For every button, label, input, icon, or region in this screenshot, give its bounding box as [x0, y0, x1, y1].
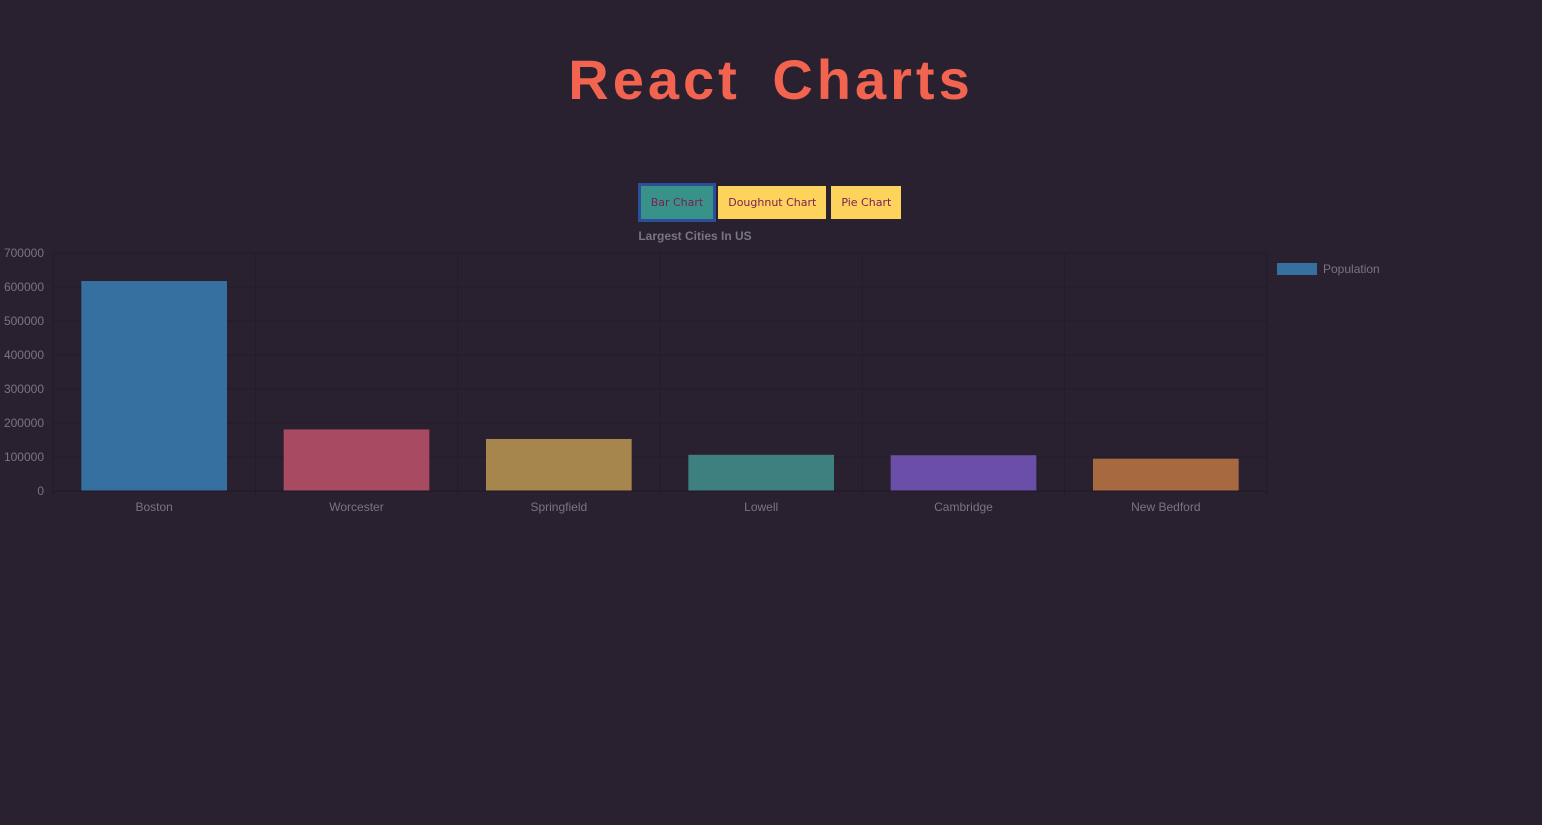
x-tick-label: Lowell — [744, 500, 778, 514]
bar-new-bedford — [1092, 458, 1239, 491]
chart-container: Largest Cities In US 0 100000 200000 300000 4… — [0, 222, 1542, 522]
bar-chart: Largest Cities In US 0 100000 200000 300000 4… — [4, 229, 1380, 514]
bar-lowell — [688, 454, 835, 491]
y-tick-label: 0 — [37, 484, 44, 498]
bar-worcester — [283, 429, 430, 491]
pie-chart-button[interactable]: Pie Chart — [831, 186, 902, 219]
x-tick-label: New Bedford — [1131, 500, 1200, 514]
legend-swatch — [1277, 263, 1317, 275]
page: React Charts Bar Chart Doughnut Chart Pi… — [0, 0, 1542, 825]
bar-boston — [81, 281, 228, 491]
y-tick-label: 600000 — [4, 280, 44, 294]
y-tick-label: 500000 — [4, 314, 44, 328]
bar-chart-button[interactable]: Bar Chart — [640, 186, 714, 219]
legend-label: Population — [1323, 262, 1380, 276]
x-tick-label: Springfield — [530, 500, 587, 514]
x-tick-label: Cambridge — [934, 500, 993, 514]
y-tick-label: 400000 — [4, 348, 44, 362]
y-tick-label: 700000 — [4, 246, 44, 260]
x-tick-label: Worcester — [329, 500, 383, 514]
bar-springfield — [485, 438, 632, 491]
y-tick-label: 300000 — [4, 382, 44, 396]
x-tick-label: Boston — [135, 500, 172, 514]
bar-cambridge — [890, 455, 1037, 491]
chart-type-buttons: Bar Chart Doughnut Chart Pie Chart — [0, 186, 1542, 219]
y-tick-label: 100000 — [4, 450, 44, 464]
chart-title: Largest Cities In US — [638, 229, 751, 243]
app-title: React Charts — [568, 48, 974, 111]
doughnut-chart-button[interactable]: Doughnut Chart — [718, 186, 827, 219]
y-tick-label: 200000 — [4, 416, 44, 430]
